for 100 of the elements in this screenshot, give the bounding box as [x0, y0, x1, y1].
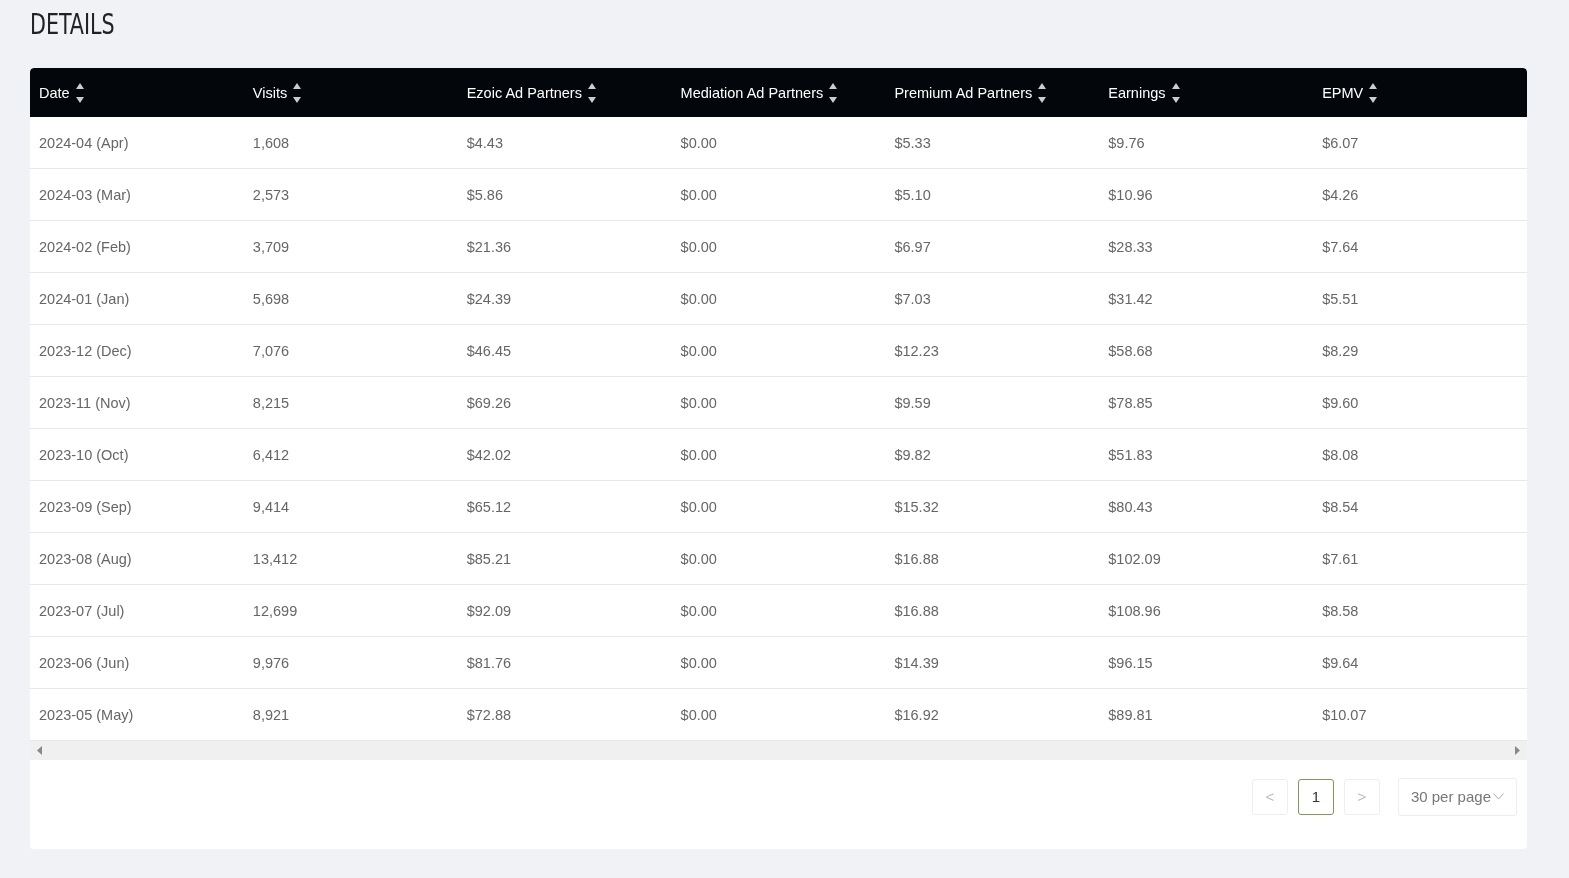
table-cell-text: $12.23 [893, 341, 940, 361]
table-cell-text: $7.61 [1321, 549, 1360, 569]
table-cell-text: 12,699 [251, 601, 299, 621]
table-cell-text: 2023-08 (Aug) [38, 549, 133, 569]
table-cell-text: $46.45 [465, 341, 513, 361]
table-cell-text: 2024-04 (Apr) [38, 133, 130, 153]
table-cell-text: $8.58 [1321, 601, 1360, 621]
table-cell-text: 1,608 [251, 133, 291, 153]
table-cell-text: $8.29 [1321, 341, 1360, 361]
column-header[interactable]: Date [39, 84, 70, 101]
table-cell-text: $4.26 [1321, 185, 1360, 205]
table-cell-text: $0.00 [679, 549, 718, 569]
column-header[interactable]: Mediation Ad Partners [680, 84, 824, 101]
table-cell-text: $0.00 [679, 445, 718, 465]
table-cell-text: $69.26 [465, 393, 513, 413]
table-cell-text: $0.00 [679, 133, 718, 153]
sort-icon[interactable] [587, 82, 596, 103]
table-cell-text: 2024-01 (Jan) [38, 289, 131, 309]
table-cell-text: $51.83 [1107, 445, 1154, 465]
scroll-left-icon[interactable] [37, 746, 42, 755]
sort-icon[interactable] [75, 82, 84, 103]
table-cell-text: 7,076 [251, 341, 291, 361]
table-cell-text: 2023-05 (May) [38, 705, 135, 725]
table-cell-text: $21.36 [465, 237, 513, 257]
table-cell-text: $6.07 [1321, 133, 1360, 153]
table-cell-text: $96.15 [1107, 653, 1154, 673]
table-cell-text: 3,709 [251, 237, 291, 257]
table-cell-text: $10.07 [1321, 705, 1368, 725]
table-cell-text: $5.10 [893, 185, 932, 205]
table-cell-text: 2023-11 (Nov) [38, 393, 132, 413]
table-cell-text: $8.08 [1321, 445, 1360, 465]
table-cell-text: $0.00 [679, 497, 718, 517]
table-cell-text: $9.64 [1321, 653, 1360, 673]
table-cell-text: 8,215 [251, 393, 291, 413]
sort-icon[interactable] [1038, 82, 1047, 103]
table-cell-text: $89.81 [1107, 705, 1154, 725]
page-title: DETAILS [30, 8, 115, 41]
sort-icon[interactable] [829, 82, 838, 103]
table-cell-text: $16.88 [893, 601, 940, 621]
column-header[interactable]: Premium Ad Partners [894, 84, 1033, 101]
table-cell-text: $0.00 [679, 601, 718, 621]
table-cell-text: $15.32 [893, 497, 940, 517]
table-cell-text: $5.33 [893, 133, 932, 153]
table-cell-text: $72.88 [465, 705, 513, 725]
table-cell-text: $6.97 [893, 237, 932, 257]
table-cell-text: $0.00 [679, 393, 718, 413]
table-cell-text: 2024-03 (Mar) [38, 185, 132, 205]
column-header[interactable]: Earnings [1108, 84, 1166, 101]
table-cell-text: $58.68 [1107, 341, 1154, 361]
scroll-right-icon[interactable] [1515, 746, 1520, 755]
table-cell-text: $81.76 [465, 653, 513, 673]
table-cell-text: $4.43 [465, 133, 504, 153]
table-cell-text: 9,414 [251, 497, 291, 517]
table-cell-text: 2023-10 (Oct) [38, 445, 130, 465]
table-cell-text: $14.39 [893, 653, 940, 673]
table-cell-text: $9.76 [1107, 133, 1146, 153]
table-cell-text: $102.09 [1107, 549, 1162, 569]
table-cell-text: $7.64 [1321, 237, 1360, 257]
table-cell-text: 2023-07 (Jul) [38, 601, 126, 621]
table-cell-text: $7.03 [893, 289, 932, 309]
column-header[interactable]: Visits [252, 84, 288, 101]
table-cell-text: $8.54 [1321, 497, 1360, 517]
table-cell-text: $5.86 [465, 185, 504, 205]
sort-icon[interactable] [1171, 82, 1180, 103]
table-cell-text: $28.33 [1107, 237, 1154, 257]
table-cell-text: $80.43 [1107, 497, 1154, 517]
table-cell-text: 2023-12 (Dec) [38, 341, 133, 361]
page-button[interactable]: 1 [1297, 778, 1334, 815]
table-cell-text: $85.21 [465, 549, 513, 569]
column-header[interactable]: Ezoic Ad Partners [466, 84, 582, 101]
table-cell-text: 13,412 [251, 549, 299, 569]
table-cell-text: $9.82 [893, 445, 932, 465]
table-cell-text: $78.85 [1107, 393, 1154, 413]
sort-icon[interactable] [1369, 82, 1378, 103]
table-cell-text: $24.39 [465, 289, 513, 309]
table-cell-text: $9.60 [1321, 393, 1360, 413]
table-cell-text: $9.59 [893, 393, 932, 413]
table-cell-text: 2024-02 (Feb) [38, 237, 132, 257]
table-cell-text: 2,573 [251, 185, 291, 205]
table-cell-text: $42.02 [465, 445, 513, 465]
table-cell-text: $0.00 [679, 705, 718, 725]
horizontal-scrollbar[interactable] [30, 741, 1527, 760]
table-cell-text: $0.00 [679, 341, 718, 361]
sort-icon[interactable] [293, 82, 302, 103]
table-cell-text: 6,412 [251, 445, 291, 465]
page-size-dropdown[interactable]: 30 per page [1397, 777, 1517, 816]
table-cell-text: $5.51 [1321, 289, 1360, 309]
table-cell-text: 2023-06 (Jun) [38, 653, 131, 673]
table-cell-text: $0.00 [679, 289, 718, 309]
column-header[interactable]: EPMV [1322, 84, 1364, 101]
table-cell-text: $0.00 [679, 185, 718, 205]
table-cell-text: 8,921 [251, 705, 291, 725]
table-cell-text: $0.00 [679, 653, 718, 673]
table-cell-text: $108.96 [1107, 601, 1162, 621]
table-cell-text: $65.12 [465, 497, 513, 517]
chevron-down-icon [1493, 793, 1504, 800]
table-cell-text: 9,976 [251, 653, 291, 673]
table-cell-text: $16.88 [893, 549, 940, 569]
table-cell-text: 5,698 [251, 289, 291, 309]
table-cell-text: $0.00 [679, 237, 718, 257]
